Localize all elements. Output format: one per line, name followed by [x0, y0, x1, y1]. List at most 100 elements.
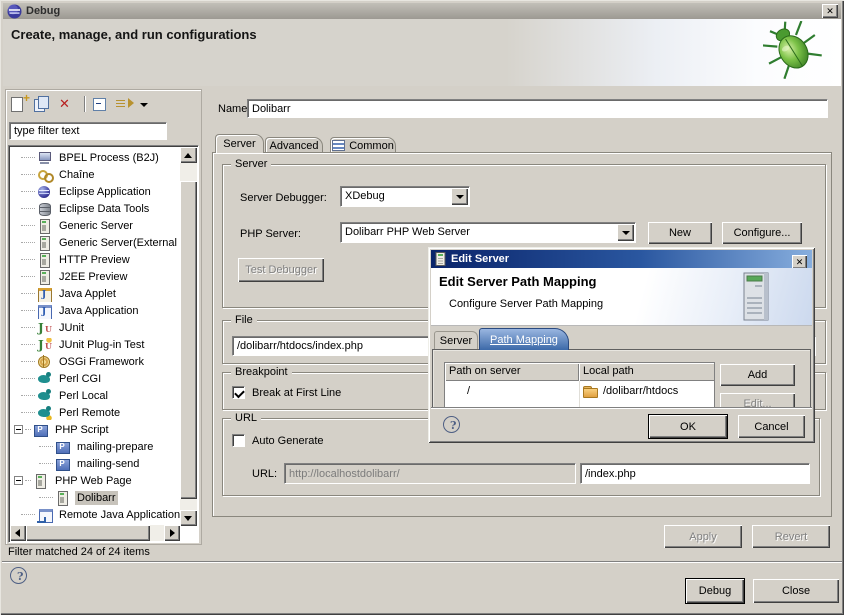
add-mapping-button[interactable]: Add [720, 364, 795, 386]
filter-status-text: Filter matched 24 of 24 items [8, 546, 150, 558]
tree-item-mailing-send[interactable]: mailing-send [10, 455, 181, 472]
bug-image [763, 21, 823, 79]
php-script-icon [55, 440, 71, 454]
filter-input[interactable] [9, 122, 167, 140]
horizontal-scroll-thumb[interactable] [26, 525, 150, 541]
table-cell-local-path[interactable]: /dolibarr/htdocs [579, 381, 715, 400]
tree-item-chaine[interactable]: Chaîne [10, 166, 181, 183]
url-path-input[interactable] [580, 463, 810, 484]
dialog-button-bar: ? OK Cancel [431, 407, 812, 440]
chevron-down-icon[interactable] [451, 188, 468, 205]
tree-item-eclipse-application[interactable]: Eclipse Application [10, 183, 181, 200]
scroll-left-button[interactable] [10, 525, 26, 541]
vertical-scroll-thumb[interactable] [180, 181, 197, 499]
banner-text: Create, manage, and run configurations [11, 27, 257, 42]
configurations-tree: BPEL Process (B2J) Chaîne Eclipse Applic… [8, 145, 199, 543]
tab-advanced[interactable]: Advanced [265, 137, 323, 153]
tree-item-generic-server-external[interactable]: Generic Server(External La [10, 234, 181, 251]
ok-button[interactable]: OK [649, 415, 727, 438]
window-close-button[interactable]: ✕ [822, 4, 838, 18]
tree-item-perl-local[interactable]: Perl Local [10, 387, 181, 404]
column-header-path-on-server[interactable]: Path on server [445, 363, 579, 381]
database-icon [37, 202, 53, 216]
tree-item-bpel-process[interactable]: BPEL Process (B2J) [10, 149, 181, 166]
breakpoint-group-legend: Breakpoint [231, 365, 292, 379]
dialog-help-icon[interactable]: ? [443, 416, 460, 433]
tree-item-mailing-prepare[interactable]: mailing-prepare [10, 438, 181, 455]
java-application-icon [37, 304, 53, 318]
tree-item-perl-cgi[interactable]: Perl CGI [10, 370, 181, 387]
column-header-local-path[interactable]: Local path [579, 363, 715, 381]
tree-item-java-applet[interactable]: Java Applet [10, 285, 181, 302]
tree-item-java-application[interactable]: Java Application [10, 302, 181, 319]
perl-remote-icon [37, 406, 53, 420]
tree-item-php-web-page[interactable]: PHP Web Page [10, 472, 181, 489]
break-first-line-label: Break at First Line [252, 387, 341, 399]
dialog-close-button[interactable]: ✕ [792, 255, 807, 269]
banner: Create, manage, and run configurations [3, 19, 841, 86]
dialog-header-subtitle: Configure Server Path Mapping [449, 298, 603, 310]
toolbar-menu-arrow-icon[interactable] [138, 96, 150, 112]
path-mapping-table[interactable]: Path on server Local path / /dolibarr/ht… [444, 362, 715, 408]
server-icon [37, 236, 53, 250]
configurations-toolbar [8, 93, 198, 115]
delete-configuration-icon[interactable] [56, 95, 78, 113]
configure-button[interactable]: Configure... [722, 222, 802, 244]
edit-server-dialog: Edit Server ✕ Edit Server Path Mapping C… [428, 247, 815, 443]
tree-item-http-preview[interactable]: HTTP Preview [10, 251, 181, 268]
tree-item-php-script[interactable]: PHP Script [10, 421, 181, 438]
dialog-tab-path-mapping[interactable]: Path Mapping [479, 328, 569, 350]
toolbar-separator [84, 96, 86, 112]
folder-icon [583, 385, 598, 397]
debug-button[interactable]: Debug [686, 579, 744, 603]
tree-item-remote-java-application[interactable]: Remote Java Application [10, 506, 181, 523]
name-input[interactable] [247, 99, 828, 118]
tree-item-generic-server[interactable]: Generic Server [10, 217, 181, 234]
tree-item-junit[interactable]: JUnit [10, 319, 181, 336]
cancel-button[interactable]: Cancel [738, 415, 805, 438]
scroll-down-button[interactable] [180, 510, 197, 526]
break-first-line-checkbox[interactable] [232, 386, 245, 399]
server-icon [37, 253, 53, 267]
collapse-toggle-icon[interactable] [14, 425, 23, 434]
server-debugger-select[interactable]: XDebug [340, 186, 470, 207]
chevron-down-icon[interactable] [617, 224, 634, 241]
tab-common[interactable]: Common [330, 137, 396, 153]
help-icon[interactable]: ? [10, 567, 27, 584]
url-label: URL: [252, 468, 277, 480]
tree-vertical-scrollbar[interactable] [180, 147, 197, 526]
tree-item-osgi-framework[interactable]: OSGi Framework [10, 353, 181, 370]
footer-separator [2, 561, 842, 563]
revert-button: Revert [752, 525, 830, 548]
new-server-button[interactable]: New [648, 222, 712, 244]
dialog-titlebar[interactable]: Edit Server ✕ [431, 250, 812, 268]
window-titlebar[interactable]: Debug ✕ [3, 3, 841, 19]
php-server-select[interactable]: Dolibarr PHP Web Server [340, 222, 636, 243]
remote-java-icon [37, 508, 53, 522]
window-title: Debug [26, 5, 60, 17]
tab-server[interactable]: Server [215, 134, 264, 153]
filter-icon[interactable] [114, 95, 136, 113]
tree-item-junit-plugin-test[interactable]: JUnit Plug-in Test [10, 336, 181, 353]
close-button[interactable]: Close [753, 579, 839, 603]
server-tower-image [740, 271, 774, 323]
tree-item-eclipse-data-tools[interactable]: Eclipse Data Tools [10, 200, 181, 217]
tree-rows: BPEL Process (B2J) Chaîne Eclipse Applic… [10, 149, 181, 523]
collapse-toggle-icon[interactable] [14, 476, 23, 485]
tree-item-j2ee-preview[interactable]: J2EE Preview [10, 268, 181, 285]
duplicate-configuration-icon[interactable] [32, 95, 54, 113]
table-cell-path-on-server[interactable]: / [445, 381, 579, 400]
auto-generate-checkbox[interactable] [232, 434, 245, 447]
file-group-legend: File [231, 313, 257, 327]
scroll-up-button[interactable] [180, 147, 197, 163]
dialog-tab-server[interactable]: Server [434, 331, 478, 350]
tree-item-perl-remote[interactable]: Perl Remote [10, 404, 181, 421]
tree-horizontal-scrollbar[interactable] [10, 525, 180, 541]
php-script-icon [55, 457, 71, 471]
debug-window: Debug ✕ Create, manage, and run configur… [0, 0, 844, 615]
scroll-right-button[interactable] [164, 525, 180, 541]
tree-item-dolibarr[interactable]: Dolibarr [10, 489, 181, 506]
new-configuration-icon[interactable] [8, 95, 30, 113]
collapse-all-icon[interactable] [90, 95, 112, 113]
junit-plugin-icon [37, 338, 53, 352]
